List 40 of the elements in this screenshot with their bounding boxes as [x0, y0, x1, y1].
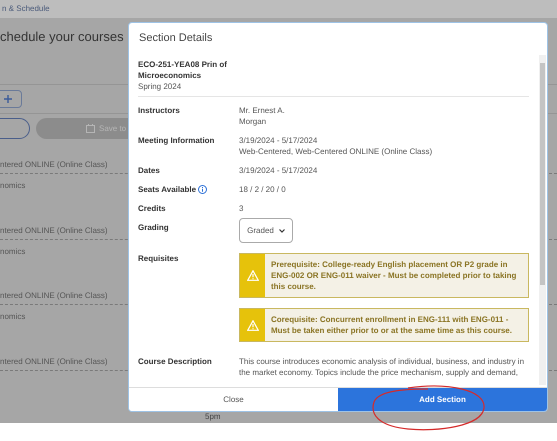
- warning-icon: [246, 320, 258, 330]
- course-term: Spring 2024: [138, 81, 182, 92]
- course-title: nomics: [0, 180, 26, 192]
- field-label: Requisites: [138, 253, 178, 264]
- chevron-down-icon: [278, 228, 285, 232]
- course-description: This course introduces economic analysis of individual, business, and industry in the market economy. Topics include the price mechanism, supply and demand,: [239, 356, 526, 378]
- field-value: Morgan: [239, 116, 268, 127]
- dialog-title: Section Details: [139, 30, 212, 46]
- breadcrumb-link[interactable]: n & Schedule: [2, 3, 50, 16]
- plus-icon: [3, 94, 13, 104]
- field-label: Instructors: [138, 105, 180, 116]
- scrollbar[interactable]: [539, 55, 546, 385]
- field-label: Credits: [138, 203, 166, 214]
- meeting-info: ntered ONLINE (Online Class): [0, 226, 108, 236]
- meeting-info: ntered ONLINE (Online Class): [0, 291, 108, 302]
- warning-icon: [246, 270, 258, 281]
- add-button[interactable]: [0, 90, 22, 108]
- field-value: 3: [239, 203, 244, 214]
- requisite-text: Corequisite: Concurrent enrollment in ENG-111 with ENG-011 - Must be taken either prior to or at the same time as this course.: [270, 314, 513, 337]
- grading-select[interactable]: Graded: [239, 218, 293, 243]
- course-title: nomics: [0, 246, 26, 258]
- meeting-info: ntered ONLINE (Online Class): [0, 160, 108, 170]
- course-name: ECO-251-YEA08 Prin of Microeconomics: [138, 59, 228, 81]
- calendar-icon: [86, 124, 95, 134]
- field-value: Mr. Ernest A.: [239, 105, 286, 116]
- time-label: 5pm: [205, 411, 221, 423]
- course-title: nomics: [0, 311, 26, 324]
- requisite-text: Prerequisite: College-ready English placement OR P2 grade in ENG-002 OR ENG-011 waiver - Must be completed prior to taking this course.: [270, 259, 518, 293]
- add-section-button[interactable]: Add Section: [338, 388, 547, 411]
- info-icon[interactable]: [198, 185, 208, 194]
- page-heading: chedule your courses: [0, 28, 124, 46]
- field-label: Grading: [138, 222, 169, 233]
- field-label: Seats Available: [138, 184, 196, 195]
- field-value: 3/19/2024 - 5/17/2024: [239, 165, 318, 176]
- field-value: 18 / 2 / 20 / 0: [239, 184, 287, 195]
- field-label: Dates: [138, 165, 160, 176]
- field-label: Course Description: [138, 356, 212, 367]
- field-value: 3/19/2024 - 5/17/2024: [239, 135, 318, 146]
- meeting-info: ntered ONLINE (Online Class): [0, 357, 108, 368]
- field-value: Web-Centered, Web-Centered ONLINE (Online Class): [239, 146, 434, 157]
